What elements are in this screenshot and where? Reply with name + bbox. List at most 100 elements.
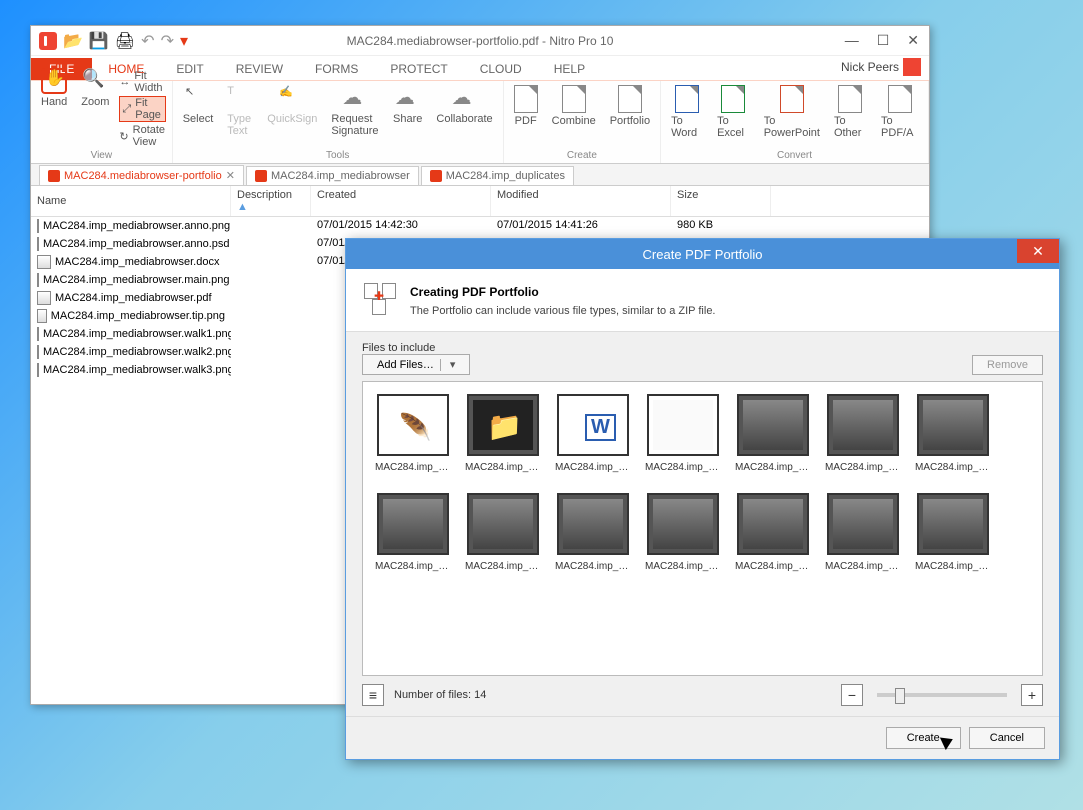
file-icon xyxy=(37,219,39,233)
document-tabs: MAC284.mediabrowser-portfolio✕MAC284.imp… xyxy=(31,164,929,186)
pdf-icon xyxy=(430,170,442,182)
cancel-button[interactable]: Cancel xyxy=(969,727,1045,749)
portfolio-button[interactable]: Portfolio xyxy=(606,83,654,129)
zoom-in-button[interactable]: + xyxy=(1021,684,1043,706)
to-pdfa-button[interactable]: To PDF/A xyxy=(877,83,922,141)
file-thumbnail[interactable]: MAC284.imp_d... xyxy=(555,394,631,473)
document-tab[interactable]: MAC284.imp_mediabrowser xyxy=(246,166,419,185)
user-avatar-icon xyxy=(903,58,921,76)
qat-open-icon[interactable]: 📂 xyxy=(63,31,83,51)
thumbnail-area[interactable]: MAC284.imp_d...MAC284.imp_d...MAC284.imp… xyxy=(362,381,1043,676)
create-button[interactable]: Create xyxy=(886,727,961,749)
file-icon xyxy=(37,291,51,305)
col-size[interactable]: Size xyxy=(671,186,771,216)
tab-cloud[interactable]: CLOUD xyxy=(464,58,538,80)
quicksign-button[interactable]: ✍QuickSign xyxy=(263,83,321,127)
list-view-toggle[interactable]: ≡ xyxy=(362,684,384,706)
tab-edit[interactable]: EDIT xyxy=(160,58,219,80)
combine-button[interactable]: Combine xyxy=(548,83,600,129)
collaborate-button[interactable]: Collaborate xyxy=(432,83,496,127)
type-text-button[interactable]: TType Text xyxy=(223,83,257,139)
ribbon-tabs: FILE HOME EDIT REVIEW FORMS PROTECT CLOU… xyxy=(31,56,929,80)
qat-more-icon[interactable]: ▾ xyxy=(180,31,188,51)
file-thumbnail[interactable]: MAC284.imp_d... xyxy=(375,493,451,572)
dialog-close-button[interactable]: ✕ xyxy=(1017,239,1059,263)
close-tab-icon[interactable]: ✕ xyxy=(226,169,235,182)
col-name[interactable]: Name xyxy=(31,186,231,216)
file-thumbnail[interactable]: MAC284.imp_d... xyxy=(825,493,901,572)
dialog-header: Creating PDF Portfolio The Portfolio can… xyxy=(346,269,1059,332)
maximize-button[interactable]: ☐ xyxy=(877,32,890,49)
dialog-titlebar[interactable]: Create PDF Portfolio ✕ xyxy=(346,239,1059,269)
file-count-label: Number of files: 14 xyxy=(394,689,486,701)
dialog-title-text: Create PDF Portfolio xyxy=(643,247,763,262)
to-excel-button[interactable]: To Excel xyxy=(713,83,754,141)
col-created[interactable]: Created xyxy=(311,186,491,216)
remove-button[interactable]: Remove xyxy=(972,355,1043,375)
quick-access-toolbar: 📂 💾 🖨 ↶ ↷ ▾ xyxy=(31,31,188,51)
file-thumbnail[interactable]: MAC284.imp_d... xyxy=(915,394,991,473)
to-word-button[interactable]: To Word xyxy=(667,83,707,141)
files-to-include-label: Files to include xyxy=(362,342,1043,354)
file-thumbnail[interactable]: MAC284.imp_d... xyxy=(555,493,631,572)
qat-print-icon[interactable]: 🖨 xyxy=(115,31,135,51)
file-icon xyxy=(37,327,39,341)
file-icon xyxy=(37,255,51,269)
fit-width-button[interactable]: ↔ Fit Width xyxy=(119,70,165,94)
file-thumbnail[interactable]: MAC284.imp_d... xyxy=(915,493,991,572)
file-thumbnail[interactable]: MAC284.imp_d... xyxy=(735,394,811,473)
close-button[interactable]: ✕ xyxy=(907,32,919,49)
group-create-label: Create xyxy=(567,150,597,161)
portfolio-icon xyxy=(364,283,396,315)
file-thumbnail[interactable]: MAC284.imp_d... xyxy=(465,394,541,473)
file-thumbnail[interactable]: MAC284.imp_d... xyxy=(825,394,901,473)
tab-forms[interactable]: FORMS xyxy=(299,58,374,80)
zoom-button[interactable]: Zoom xyxy=(77,66,113,110)
titlebar: 📂 💾 🖨 ↶ ↷ ▾ MAC284.mediabrowser-portfoli… xyxy=(31,26,929,56)
file-thumbnail[interactable]: MAC284.imp_d... xyxy=(645,394,721,473)
hand-tool-button[interactable]: Hand xyxy=(37,66,71,110)
dialog-subtext: The Portfolio can include various file t… xyxy=(410,305,716,317)
qat-undo-icon[interactable]: ↶ xyxy=(141,31,154,51)
app-logo-icon xyxy=(39,32,57,50)
file-row[interactable]: MAC284.imp_mediabrowser.anno.png07/01/20… xyxy=(31,217,929,235)
pdf-icon xyxy=(48,170,60,182)
group-convert-label: Convert xyxy=(777,150,812,161)
file-thumbnail[interactable]: MAC284.imp_d... xyxy=(645,493,721,572)
zoom-slider[interactable] xyxy=(877,693,1007,697)
add-files-button[interactable]: Add Files… xyxy=(362,354,470,375)
request-signature-button[interactable]: Request Signature xyxy=(327,83,383,139)
create-portfolio-dialog: Create PDF Portfolio ✕ Creating PDF Port… xyxy=(345,238,1060,760)
qat-save-icon[interactable]: 💾 xyxy=(89,31,109,51)
document-tab[interactable]: MAC284.mediabrowser-portfolio✕ xyxy=(39,165,244,185)
zoom-out-button[interactable]: − xyxy=(841,684,863,706)
file-icon xyxy=(37,273,39,287)
share-button[interactable]: Share xyxy=(389,83,426,127)
qat-redo-icon[interactable]: ↷ xyxy=(161,31,174,51)
col-description[interactable]: Description ▲ xyxy=(231,186,311,216)
file-list-header: Name Description ▲ Created Modified Size xyxy=(31,186,929,217)
to-other-button[interactable]: To Other xyxy=(830,83,871,141)
ribbon-body: Hand Zoom ↔ Fit Width ⤢ Fit Page ↻ Rotat… xyxy=(31,80,929,164)
user-area[interactable]: Nick Peers xyxy=(833,54,929,80)
group-view-label: View xyxy=(91,150,113,161)
file-thumbnail[interactable]: MAC284.imp_d... xyxy=(735,493,811,572)
tab-review[interactable]: REVIEW xyxy=(220,58,299,80)
fit-page-button[interactable]: ⤢ Fit Page xyxy=(119,96,165,122)
select-button[interactable]: ↖Select xyxy=(179,83,218,127)
pdf-button[interactable]: PDF xyxy=(510,83,542,129)
file-thumbnail[interactable]: MAC284.imp_d... xyxy=(375,394,451,473)
file-thumbnail[interactable]: MAC284.imp_d... xyxy=(465,493,541,572)
file-icon xyxy=(37,363,39,377)
tab-help[interactable]: HELP xyxy=(538,58,601,80)
file-icon xyxy=(37,345,39,359)
minimize-button[interactable]: — xyxy=(845,32,859,49)
tab-protect[interactable]: PROTECT xyxy=(374,58,463,80)
to-powerpoint-button[interactable]: To PowerPoint xyxy=(760,83,824,141)
document-tab[interactable]: MAC284.imp_duplicates xyxy=(421,166,574,185)
dialog-heading: Creating PDF Portfolio xyxy=(410,285,539,299)
rotate-view-button[interactable]: ↻ Rotate View xyxy=(119,124,165,148)
group-tools-label: Tools xyxy=(326,150,349,161)
col-modified[interactable]: Modified xyxy=(491,186,671,216)
pdf-icon xyxy=(255,170,267,182)
